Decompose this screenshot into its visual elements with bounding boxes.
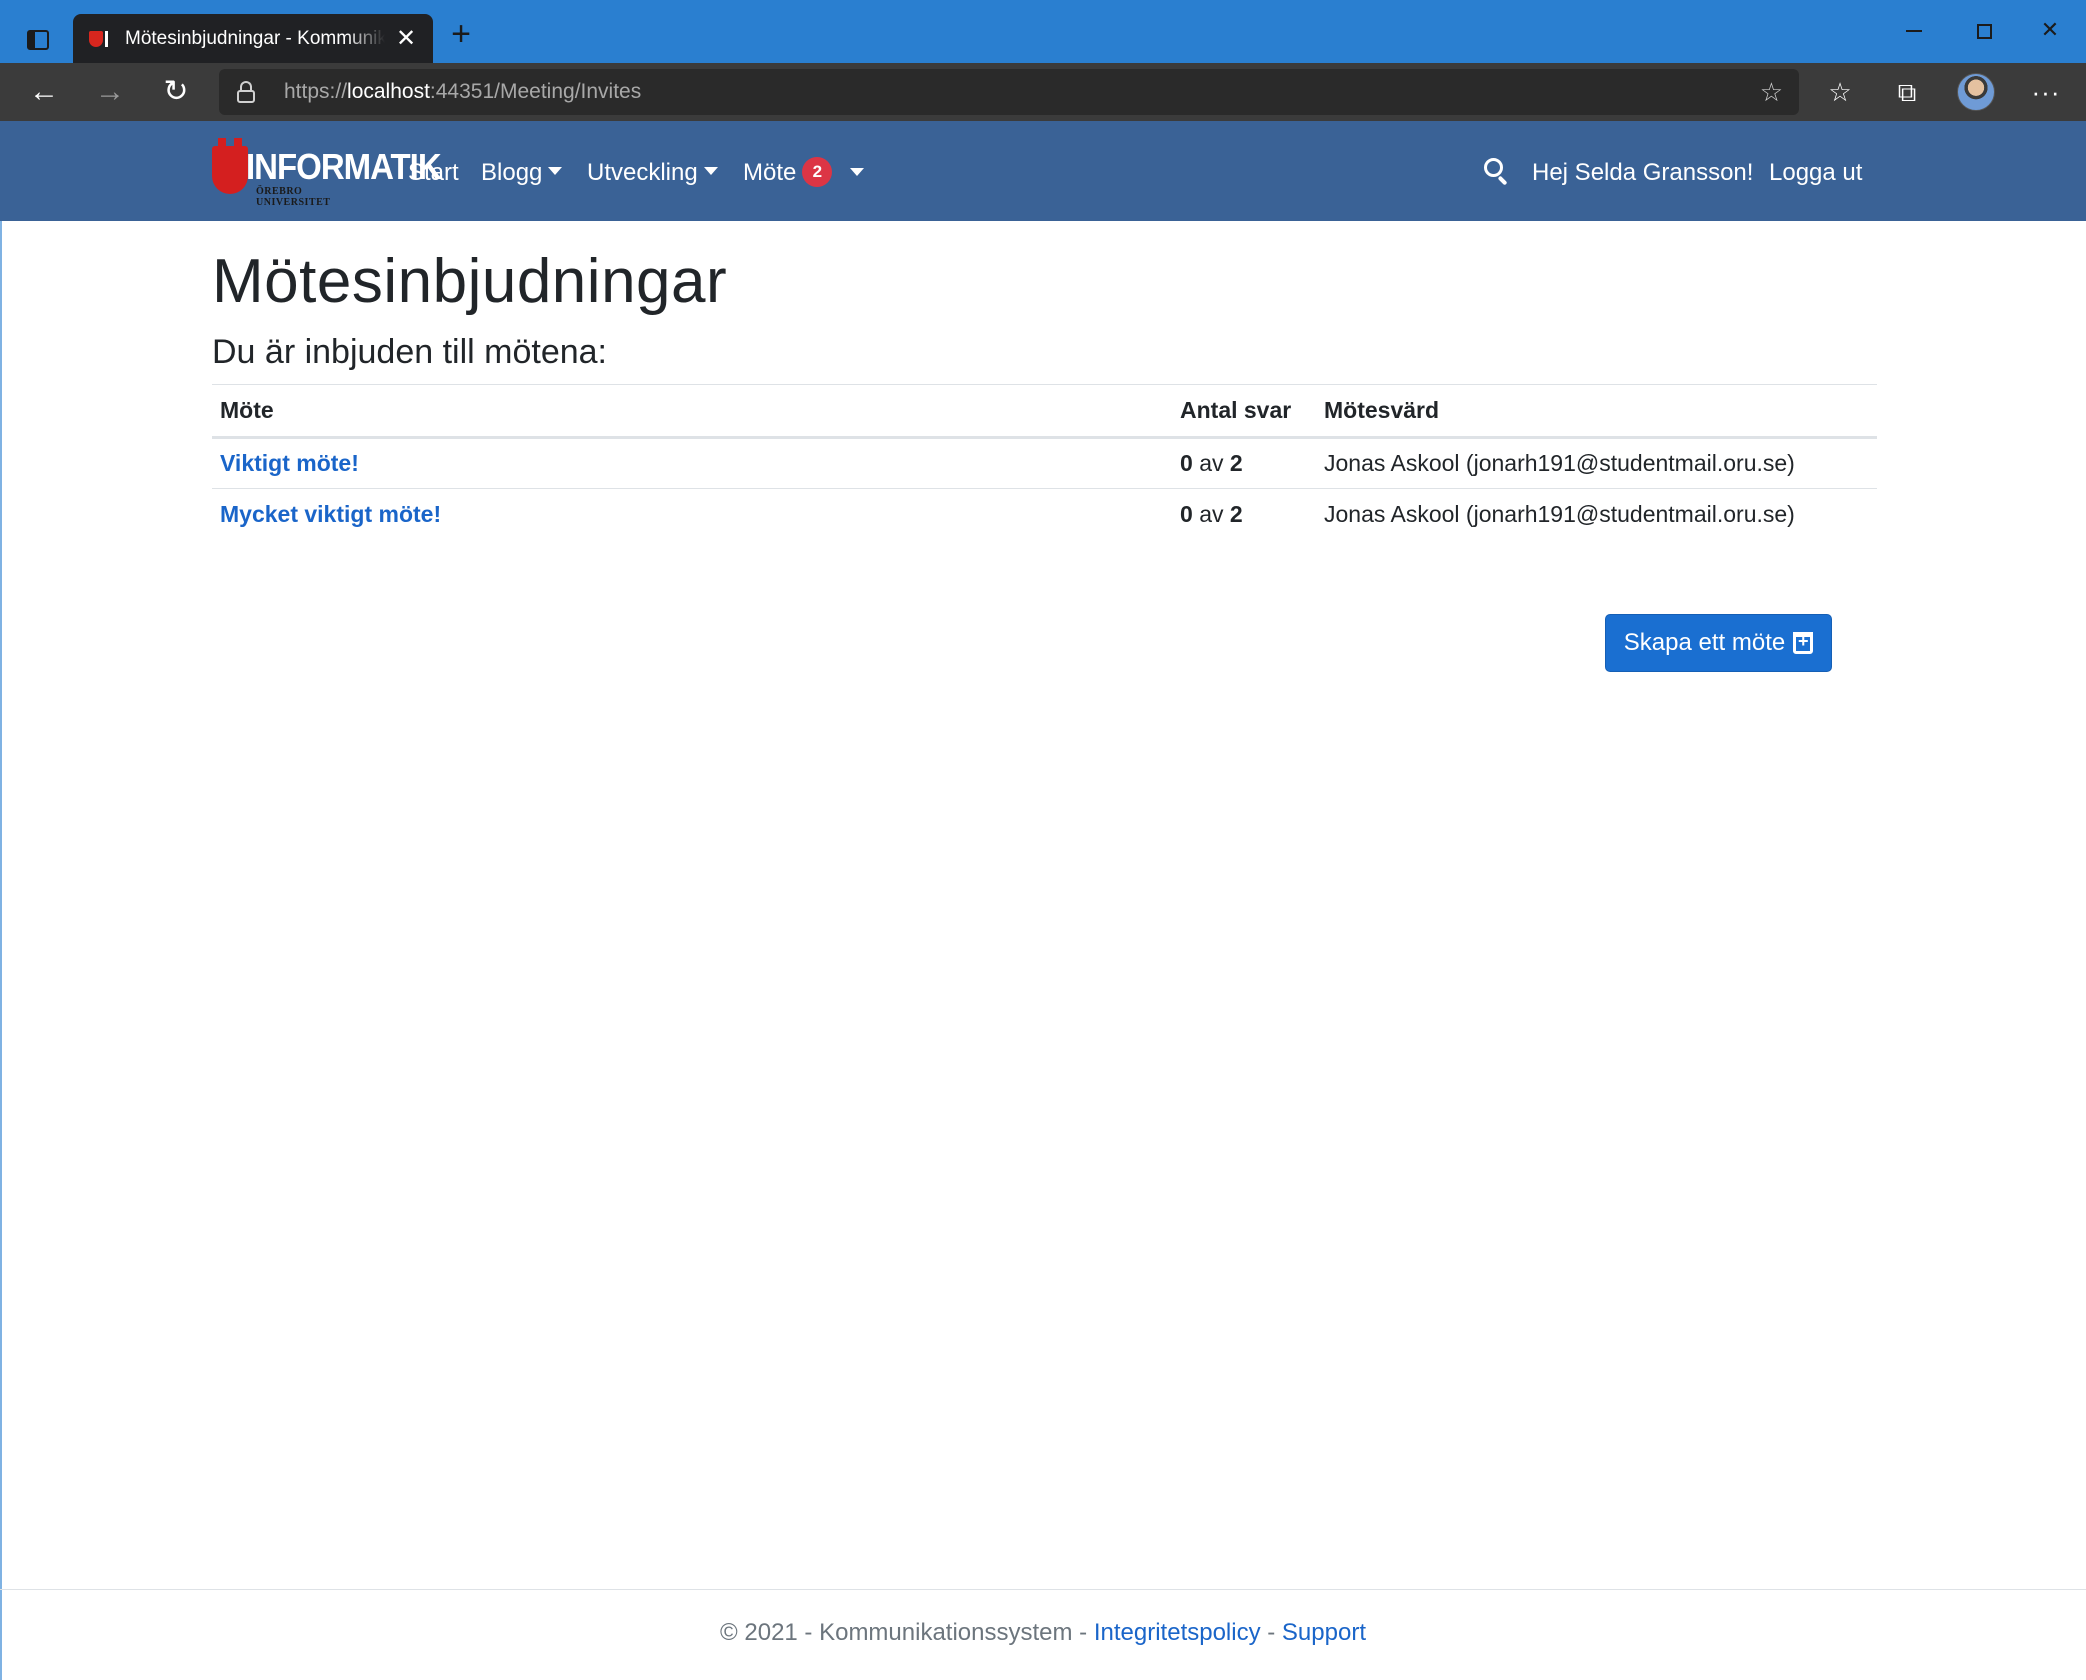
user-greeting[interactable]: Hej Selda Gransson! — [1532, 151, 1753, 195]
column-header-motesvard: Mötesvärd — [1324, 397, 1440, 423]
nav-start[interactable]: Start — [408, 151, 459, 195]
browser-tabstrip: Mötesinbjudningar - Kommunikationssystem… — [0, 0, 2086, 63]
meeting-link[interactable]: Mycket viktigt möte! — [220, 501, 441, 527]
invites-table: Möte Antal svar Mötesvärd Viktigt möte! … — [212, 384, 1877, 540]
support-link[interactable]: Support — [1282, 1619, 1366, 1646]
notification-badge: 2 — [802, 156, 833, 187]
search-icon[interactable] — [1484, 158, 1510, 186]
column-header-mote: Möte — [220, 397, 274, 423]
answer-count: 0 av 2 — [1180, 500, 1243, 527]
new-tab-icon[interactable]: + — [443, 16, 479, 52]
footer-text: © 2021 - Kommunikationssystem - Integrit… — [0, 1619, 2086, 1647]
tab-actions-icon[interactable] — [18, 20, 58, 60]
url-text[interactable]: https://localhost:44351/Meeting/Invites — [284, 69, 641, 115]
meeting-link[interactable]: Viktigt möte! — [220, 450, 359, 476]
footer-separator: - — [1260, 1619, 1282, 1646]
browser-tab[interactable]: Mötesinbjudningar - Kommunikationssystem… — [73, 14, 433, 63]
nav-blogg[interactable]: Blogg — [481, 151, 563, 195]
brand-logo[interactable]: INFORMATIK ÖREBRO UNIVERSITET — [210, 138, 442, 208]
more-icon[interactable]: ··· — [2026, 72, 2066, 112]
forward-icon[interactable]: → — [90, 72, 130, 112]
logout-link[interactable]: Logga ut — [1769, 151, 1862, 195]
nav-mote[interactable]: Möte 2 — [743, 151, 833, 195]
brand-subtext: ÖREBRO UNIVERSITET — [256, 186, 331, 208]
caret-down-icon — [548, 166, 563, 175]
window-edge — [0, 221, 2, 1680]
privacy-link[interactable]: Integritetspolicy — [1094, 1619, 1261, 1646]
collections-icon[interactable]: ⧉ — [1887, 72, 1927, 112]
favicon-icon — [89, 29, 109, 49]
profile-avatar[interactable] — [1957, 73, 1995, 111]
address-bar[interactable]: https://localhost:44351/Meeting/Invites … — [219, 69, 1799, 115]
meeting-host: Jonas Askool (jonarh191@studentmail.oru.… — [1324, 500, 1795, 527]
copyright-text: © 2021 - Kommunikationssystem - — [720, 1619, 1094, 1646]
table-row: Viktigt möte! 0 av 2 Jonas Askool (jonar… — [212, 438, 1877, 489]
browser-toolbar: ← → ↻ https://localhost:44351/Meeting/In… — [0, 63, 2086, 121]
nav-utveckling[interactable]: Utveckling — [587, 151, 718, 195]
add-favorite-icon[interactable]: ☆ — [1760, 77, 1783, 107]
caret-down-icon[interactable] — [850, 168, 864, 176]
answer-count: 0 av 2 — [1180, 450, 1243, 476]
meeting-host: Jonas Askool (jonarh191@studentmail.oru.… — [1324, 450, 1795, 476]
reload-icon[interactable]: ↻ — [156, 72, 196, 112]
back-icon[interactable]: ← — [24, 72, 64, 112]
create-meeting-button[interactable]: Skapa ett möte — [1605, 614, 1832, 672]
favorites-icon[interactable]: ☆ — [1820, 72, 1860, 112]
maximize-icon[interactable] — [1954, 10, 2014, 50]
minimize-icon[interactable] — [1884, 10, 1944, 50]
caret-down-icon — [703, 166, 718, 175]
page-subtitle: Du är inbjuden till mötena: — [212, 333, 608, 371]
create-meeting-label: Skapa ett möte — [1623, 629, 1786, 656]
tab-close-icon[interactable]: ✕ — [393, 24, 419, 53]
window-close-icon[interactable]: ✕ — [2020, 10, 2080, 50]
shield-icon — [212, 138, 248, 194]
lock-icon[interactable] — [237, 81, 255, 103]
calendar-plus-icon — [1793, 631, 1814, 654]
page-title: Mötesinbjudningar — [212, 247, 728, 316]
table-row: Mycket viktigt möte! 0 av 2 Jonas Askool… — [212, 489, 1877, 540]
table-header-row: Möte Antal svar Mötesvärd — [212, 384, 1877, 438]
tab-title: Mötesinbjudningar - Kommunikationssystem — [125, 27, 385, 49]
column-header-antal-svar: Antal svar — [1180, 397, 1292, 423]
